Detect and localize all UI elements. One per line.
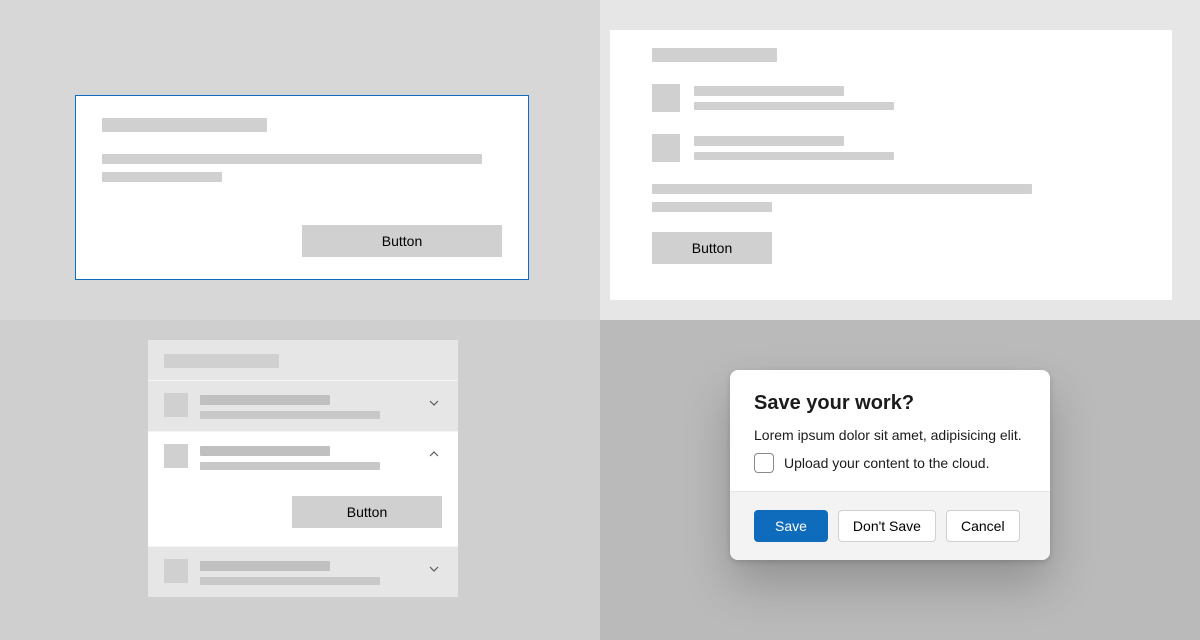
- list-item-title-placeholder: [694, 86, 844, 96]
- accordion-item-subtitle-placeholder: [200, 577, 380, 585]
- wireframe-card-panel: Button: [0, 0, 600, 320]
- list-card: Button: [610, 30, 1172, 300]
- card-action-button[interactable]: Button: [302, 225, 502, 257]
- list-item: [652, 134, 1130, 162]
- thumbnail-placeholder: [164, 559, 188, 583]
- card-title-placeholder: [652, 48, 777, 62]
- wireframe-accordion-panel: Button: [0, 320, 600, 640]
- accordion: Button: [148, 340, 458, 597]
- accordion-item-title-placeholder: [200, 446, 330, 456]
- card-body-placeholder: [652, 202, 772, 212]
- accordion-header[interactable]: [148, 432, 458, 482]
- list-item-subtitle-placeholder: [694, 102, 894, 110]
- thumbnail-placeholder: [652, 134, 680, 162]
- accordion-item: [148, 380, 458, 431]
- chevron-up-icon: [428, 448, 440, 460]
- list-item-title-placeholder: [694, 136, 844, 146]
- card-action-button[interactable]: Button: [652, 232, 772, 264]
- accordion-item: [148, 546, 458, 597]
- list-item: [652, 84, 1130, 112]
- chevron-down-icon: [428, 397, 440, 409]
- thumbnail-placeholder: [164, 444, 188, 468]
- cancel-button[interactable]: Cancel: [946, 510, 1020, 542]
- selected-card[interactable]: Button: [75, 95, 529, 280]
- checkbox-label: Upload your content to the cloud.: [784, 455, 989, 471]
- accordion-title-placeholder: [164, 354, 279, 368]
- thumbnail-placeholder: [652, 84, 680, 112]
- list-item-subtitle-placeholder: [694, 152, 894, 160]
- chevron-down-icon: [428, 563, 440, 575]
- card-title-placeholder: [102, 118, 267, 132]
- accordion-item-subtitle-placeholder: [200, 411, 380, 419]
- dialog-title: Save your work?: [754, 392, 1026, 415]
- accordion-header[interactable]: [148, 381, 458, 431]
- upload-checkbox[interactable]: [754, 453, 774, 473]
- wireframe-list-card-panel: Button: [600, 0, 1200, 320]
- thumbnail-placeholder: [164, 393, 188, 417]
- card-body-placeholder: [102, 172, 222, 182]
- accordion-item-subtitle-placeholder: [200, 462, 380, 470]
- accordion-body: Button: [148, 482, 458, 546]
- dialog-demo-panel: Save your work? Lorem ipsum dolor sit am…: [600, 320, 1200, 640]
- card-body-placeholder: [652, 184, 1032, 194]
- save-dialog: Save your work? Lorem ipsum dolor sit am…: [730, 370, 1050, 560]
- accordion-item-title-placeholder: [200, 395, 330, 405]
- accordion-action-button[interactable]: Button: [292, 496, 442, 528]
- accordion-item: Button: [148, 431, 458, 546]
- accordion-title: [148, 340, 458, 380]
- accordion-header[interactable]: [148, 547, 458, 597]
- accordion-item-title-placeholder: [200, 561, 330, 571]
- dont-save-button[interactable]: Don't Save: [838, 510, 936, 542]
- card-body-placeholder: [102, 154, 482, 164]
- dialog-actions: Save Don't Save Cancel: [730, 491, 1050, 560]
- dialog-body: Lorem ipsum dolor sit amet, adipisicing …: [754, 427, 1026, 443]
- save-button[interactable]: Save: [754, 510, 828, 542]
